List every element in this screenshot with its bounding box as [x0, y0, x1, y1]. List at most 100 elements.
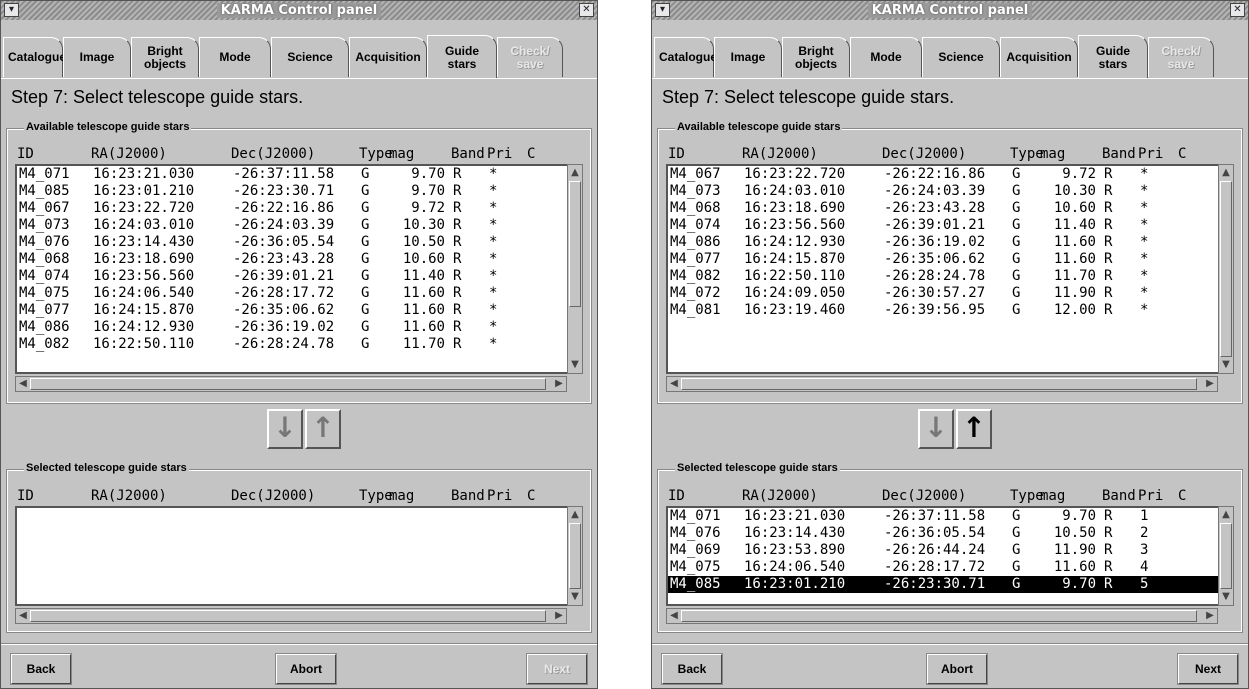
tab-acquisition[interactable]: Acquisition	[349, 37, 427, 77]
scroll-right-arrow-icon[interactable]: ▶	[1203, 609, 1217, 623]
column-header-c[interactable]: C	[1178, 485, 1186, 507]
available-star-row[interactable]: M4_086 16:24:12.930 -26:36:19.02 G 11.60 R *	[668, 234, 1218, 251]
selected-stars-list[interactable]: M4_071 16:23:21.030 -26:37:11.58 G 9.70 R 1 M4_…	[666, 506, 1218, 606]
scroll-thumb[interactable]	[569, 523, 581, 589]
move-down-button[interactable]: ↓	[918, 409, 954, 449]
selected-star-row[interactable]: M4_071 16:23:21.030 -26:37:11.58 G 9.70 R 1	[668, 508, 1218, 525]
abort-button[interactable]: Abort	[275, 653, 337, 685]
horizontal-scroll-thumb[interactable]	[681, 378, 1197, 390]
tab-mode[interactable]: Mode	[199, 37, 271, 77]
available-vertical-scrollbar[interactable]: ▲ ▼	[567, 164, 583, 374]
column-header-mag[interactable]: mag	[1040, 143, 1102, 165]
tab-science[interactable]: Science	[922, 37, 1000, 77]
column-header-id[interactable]: ID	[666, 143, 742, 165]
column-header-id[interactable]: ID	[15, 143, 91, 165]
available-star-row[interactable]: M4_073 16:24:03.010 -26:24:03.39 G 10.30 R *	[17, 217, 567, 234]
available-stars-list[interactable]: M4_067 16:23:22.720 -26:22:16.86 G 9.72 R * M4_…	[666, 164, 1218, 374]
scroll-up-arrow-icon[interactable]: ▲	[568, 508, 582, 522]
move-down-button[interactable]: ↓	[267, 409, 303, 449]
window-close-button[interactable]: ✕	[1230, 3, 1245, 17]
tab-guide-stars[interactable]: Guide stars	[1078, 35, 1148, 79]
available-star-row[interactable]: M4_073 16:24:03.010 -26:24:03.39 G 10.30 R *	[668, 183, 1218, 200]
available-star-row[interactable]: M4_074 16:23:56.560 -26:39:01.21 G 11.40 R *	[17, 268, 567, 285]
tab-mode[interactable]: Mode	[850, 37, 922, 77]
column-header-raj2000[interactable]: RA(J2000)	[91, 485, 231, 507]
abort-button[interactable]: Abort	[926, 653, 988, 685]
tab-bright-objects[interactable]: Bright objects	[782, 37, 850, 77]
column-header-c[interactable]: C	[1178, 143, 1186, 165]
back-button[interactable]: Back	[661, 653, 723, 685]
scroll-left-arrow-icon[interactable]: ◀	[667, 377, 681, 391]
tab-image[interactable]: Image	[63, 37, 131, 77]
available-stars-list[interactable]: M4_071 16:23:21.030 -26:37:11.58 G 9.70 R * M4_…	[15, 164, 567, 374]
scroll-left-arrow-icon[interactable]: ◀	[667, 609, 681, 623]
selected-stars-list[interactable]	[15, 506, 567, 606]
column-header-mag[interactable]: mag	[389, 143, 451, 165]
column-header-mag[interactable]: mag	[1040, 485, 1102, 507]
column-header-type[interactable]: Type	[1010, 485, 1044, 507]
available-star-row[interactable]: M4_077 16:24:15.870 -26:35:06.62 G 11.60 R *	[17, 302, 567, 319]
scroll-thumb[interactable]	[1220, 181, 1232, 357]
scroll-right-arrow-icon[interactable]: ▶	[552, 377, 566, 391]
tab-guide-stars[interactable]: Guide stars	[427, 35, 497, 79]
back-button[interactable]: Back	[10, 653, 72, 685]
horizontal-scroll-thumb[interactable]	[30, 378, 546, 390]
selected-star-row[interactable]: M4_069 16:23:53.890 -26:26:44.24 G 11.90 R 3	[668, 542, 1218, 559]
tab-catalogue[interactable]: Catalogue	[654, 37, 717, 77]
column-header-c[interactable]: C	[527, 485, 535, 507]
column-header-id[interactable]: ID	[666, 485, 742, 507]
available-star-row[interactable]: M4_075 16:24:06.540 -26:28:17.72 G 11.60 R *	[17, 285, 567, 302]
scroll-thumb[interactable]	[569, 181, 581, 307]
column-header-pri[interactable]: Pri	[1138, 485, 1178, 507]
available-star-row[interactable]: M4_077 16:24:15.870 -26:35:06.62 G 11.60 R *	[668, 251, 1218, 268]
scroll-up-arrow-icon[interactable]: ▲	[1219, 508, 1233, 522]
available-star-row[interactable]: M4_072 16:24:09.050 -26:30:57.27 G 11.90 R *	[668, 285, 1218, 302]
column-header-c[interactable]: C	[527, 143, 535, 165]
scroll-down-arrow-icon[interactable]: ▼	[568, 358, 582, 372]
scroll-up-arrow-icon[interactable]: ▲	[1219, 166, 1233, 180]
available-star-row[interactable]: M4_082 16:22:50.110 -26:28:24.78 G 11.70 R *	[17, 336, 567, 353]
available-horizontal-scrollbar[interactable]: ◀ ▶	[666, 376, 1218, 392]
available-star-row[interactable]: M4_074 16:23:56.560 -26:39:01.21 G 11.40 R *	[668, 217, 1218, 234]
column-header-type[interactable]: Type	[359, 485, 393, 507]
column-header-decj2000[interactable]: Dec(J2000)	[882, 143, 1010, 165]
selected-star-row[interactable]: M4_075 16:24:06.540 -26:28:17.72 G 11.60 R 4	[668, 559, 1218, 576]
scroll-left-arrow-icon[interactable]: ◀	[16, 609, 30, 623]
available-star-row[interactable]: M4_081 16:23:19.460 -26:39:56.95 G 12.00 R *	[668, 302, 1218, 319]
available-star-row[interactable]: M4_086 16:24:12.930 -26:36:19.02 G 11.60 R *	[17, 319, 567, 336]
column-header-band[interactable]: Band	[451, 143, 487, 165]
column-header-pri[interactable]: Pri	[487, 143, 527, 165]
column-header-mag[interactable]: mag	[389, 485, 451, 507]
horizontal-scroll-thumb[interactable]	[30, 610, 546, 622]
column-header-type[interactable]: Type	[359, 143, 393, 165]
column-header-decj2000[interactable]: Dec(J2000)	[231, 485, 359, 507]
scroll-down-arrow-icon[interactable]: ▼	[1219, 590, 1233, 604]
scroll-thumb[interactable]	[1220, 523, 1232, 589]
column-header-raj2000[interactable]: RA(J2000)	[742, 143, 882, 165]
scroll-up-arrow-icon[interactable]: ▲	[568, 166, 582, 180]
available-star-row[interactable]: M4_085 16:23:01.210 -26:23:30.71 G 9.70 R *	[17, 183, 567, 200]
column-header-id[interactable]: ID	[15, 485, 91, 507]
scroll-down-arrow-icon[interactable]: ▼	[568, 590, 582, 604]
column-header-band[interactable]: Band	[1102, 485, 1138, 507]
column-header-pri[interactable]: Pri	[487, 485, 527, 507]
available-star-row[interactable]: M4_076 16:23:14.430 -26:36:05.54 G 10.50 R *	[17, 234, 567, 251]
column-header-pri[interactable]: Pri	[1138, 143, 1178, 165]
column-header-raj2000[interactable]: RA(J2000)	[91, 143, 231, 165]
tab-science[interactable]: Science	[271, 37, 349, 77]
selected-vertical-scrollbar[interactable]: ▲ ▼	[567, 506, 583, 606]
selected-horizontal-scrollbar[interactable]: ◀ ▶	[15, 608, 567, 624]
selected-star-row[interactable]: M4_076 16:23:14.430 -26:36:05.54 G 10.50 R 2	[668, 525, 1218, 542]
scroll-down-arrow-icon[interactable]: ▼	[1219, 358, 1233, 372]
available-star-row[interactable]: M4_068 16:23:18.690 -26:23:43.28 G 10.60 R *	[17, 251, 567, 268]
column-header-decj2000[interactable]: Dec(J2000)	[882, 485, 1010, 507]
selected-vertical-scrollbar[interactable]: ▲ ▼	[1218, 506, 1234, 606]
available-horizontal-scrollbar[interactable]: ◀ ▶	[15, 376, 567, 392]
selected-horizontal-scrollbar[interactable]: ◀ ▶	[666, 608, 1218, 624]
available-star-row[interactable]: M4_082 16:22:50.110 -26:28:24.78 G 11.70 R *	[668, 268, 1218, 285]
window-close-button[interactable]: ✕	[579, 3, 594, 17]
tab-image[interactable]: Image	[714, 37, 782, 77]
scroll-right-arrow-icon[interactable]: ▶	[552, 609, 566, 623]
available-star-row[interactable]: M4_067 16:23:22.720 -26:22:16.86 G 9.72 R *	[17, 200, 567, 217]
selected-star-row[interactable]: M4_085 16:23:01.210 -26:23:30.71 G 9.70 R 5	[668, 576, 1218, 593]
